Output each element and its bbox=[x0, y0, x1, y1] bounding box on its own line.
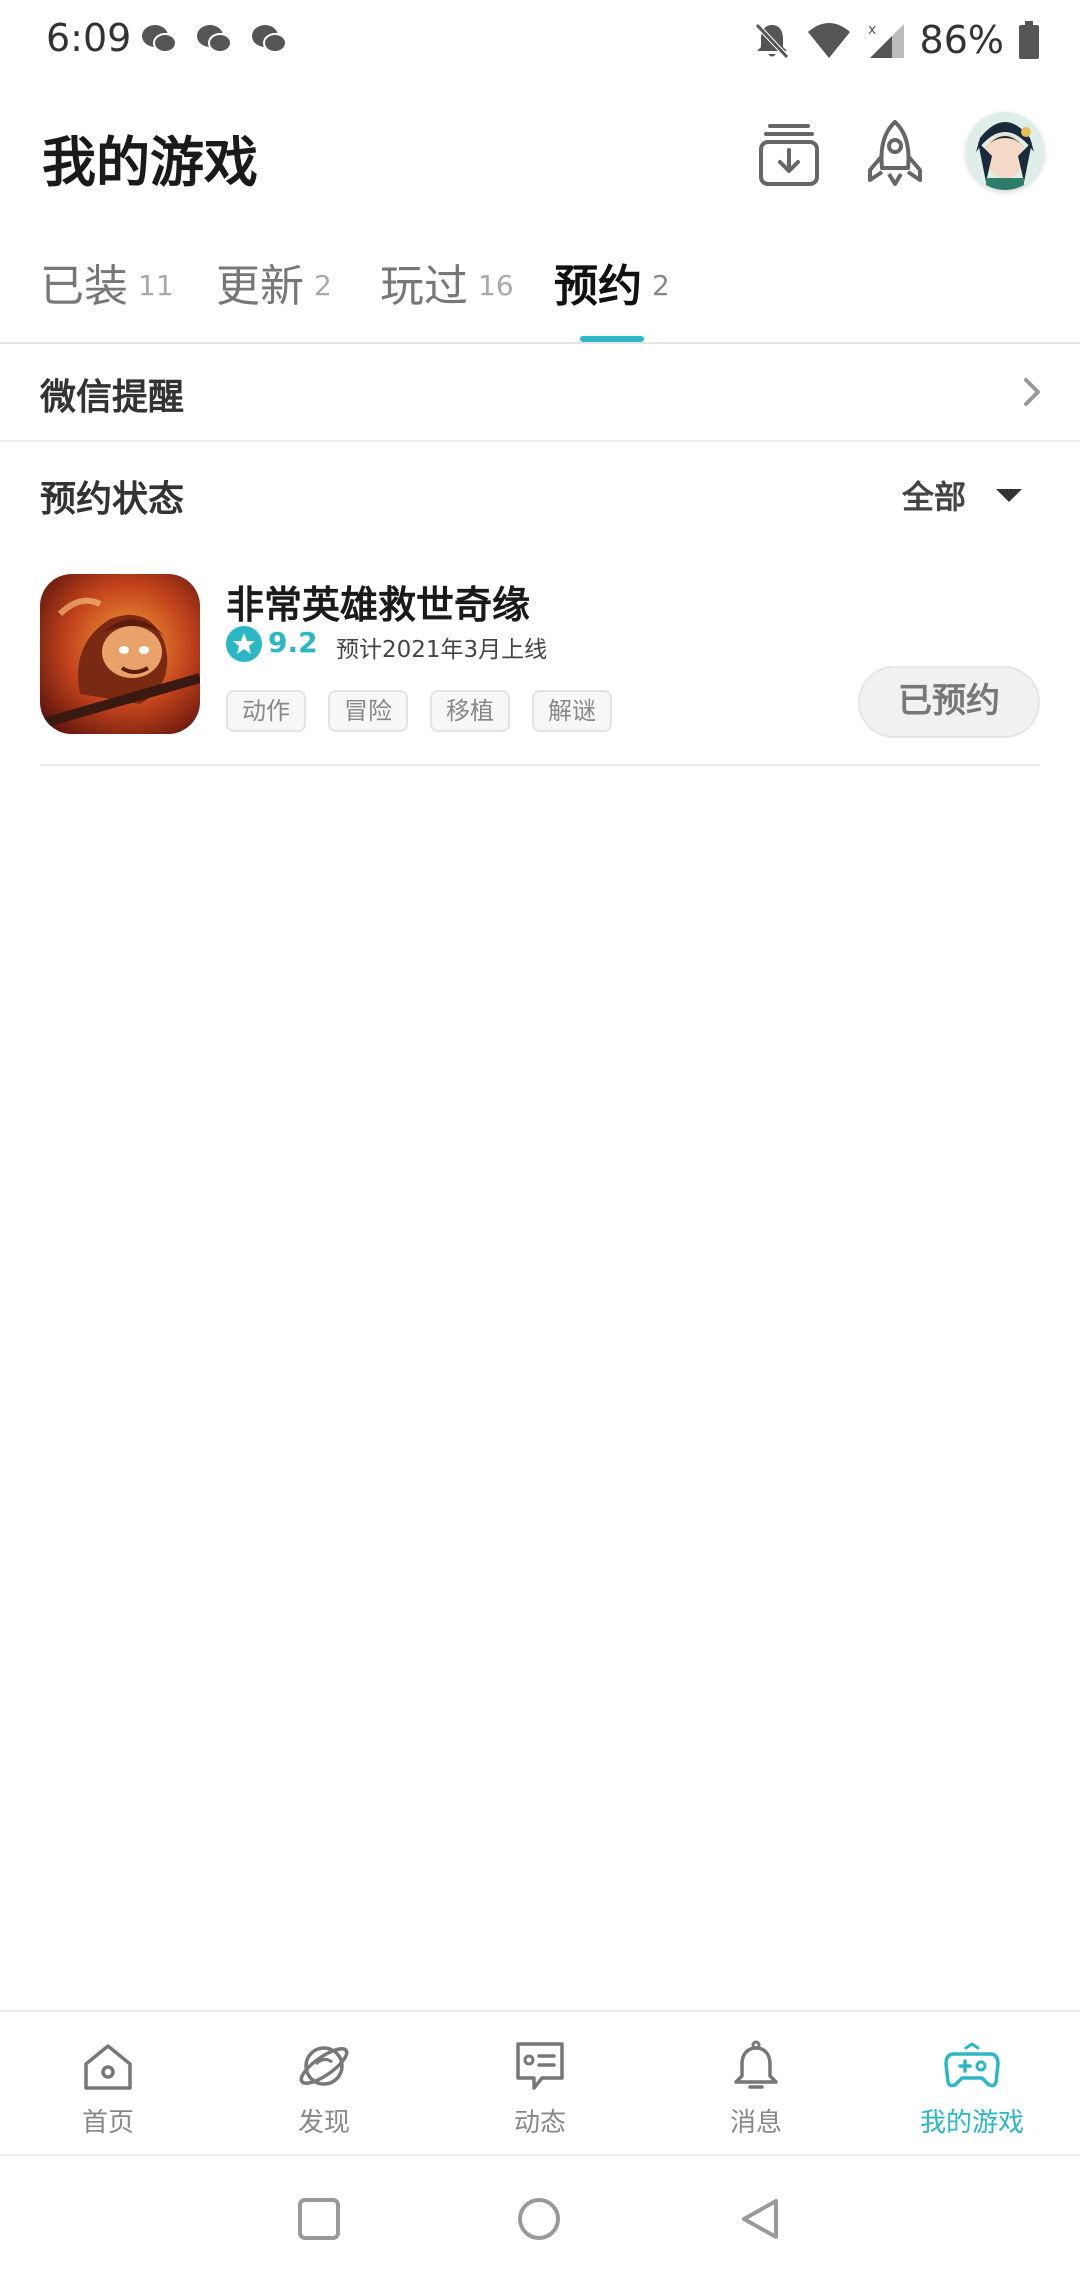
divider bbox=[0, 440, 1080, 442]
divider bbox=[40, 764, 1040, 766]
game-title: 非常英雄救世奇缘 bbox=[226, 583, 531, 627]
rocket-icon[interactable] bbox=[862, 118, 928, 190]
wechat-icon bbox=[197, 25, 232, 53]
svg-text:x: x bbox=[868, 22, 876, 38]
wifi-icon bbox=[807, 23, 850, 58]
planet-icon bbox=[299, 2046, 349, 2086]
tag: 移植 bbox=[430, 690, 510, 732]
download-manager-icon[interactable] bbox=[756, 118, 822, 190]
home-icon bbox=[84, 2044, 132, 2090]
bottom-nav: 首页 发现 动态 消息 我的游戏 bbox=[0, 2010, 1080, 2154]
back-icon[interactable] bbox=[738, 2196, 784, 2242]
release-date: 预计2021年3月上线 bbox=[336, 637, 548, 663]
bell-off-icon bbox=[754, 23, 789, 59]
tag: 解谜 bbox=[532, 690, 612, 732]
status-right: x 86% bbox=[752, 18, 1040, 62]
wechat-reminder-label: 微信提醒 bbox=[40, 377, 185, 418]
system-nav-bar bbox=[0, 2154, 1080, 2280]
avatar[interactable] bbox=[966, 112, 1044, 190]
nav-home[interactable]: 首页 bbox=[0, 2012, 216, 2156]
nav-my-games[interactable]: 我的游戏 bbox=[864, 2012, 1080, 2156]
nav-messages[interactable]: 消息 bbox=[648, 2012, 864, 2156]
battery-icon bbox=[1019, 21, 1039, 59]
tab-reserved[interactable]: 预约 2 bbox=[554, 250, 670, 314]
status-time: 6:09 bbox=[46, 16, 132, 60]
list-item[interactable]: 非常英雄救世奇缘 9.2 预计2021年3月上线 动作 冒险 移植 解谜 已预约 bbox=[40, 574, 1040, 766]
recents-icon[interactable] bbox=[296, 2196, 342, 2242]
status-filter-dropdown[interactable]: 全部 bbox=[902, 470, 1023, 520]
nav-discover[interactable]: 发现 bbox=[216, 2012, 432, 2156]
tag: 冒险 bbox=[328, 690, 408, 732]
page-title: 我的游戏 bbox=[42, 131, 258, 194]
chevron-right-icon bbox=[1024, 378, 1040, 406]
tab-updates[interactable]: 更新 2 bbox=[216, 250, 332, 314]
bell-icon bbox=[734, 2040, 778, 2089]
caret-down-icon bbox=[996, 488, 1023, 502]
signal-icon: x bbox=[868, 22, 904, 58]
wechat-icon bbox=[252, 25, 287, 53]
star-icon bbox=[226, 626, 262, 662]
battery-percent: 86% bbox=[919, 18, 1004, 62]
game-icon bbox=[40, 574, 200, 734]
tab-installed[interactable]: 已装 11 bbox=[40, 250, 174, 314]
nav-feed[interactable]: 动态 bbox=[432, 2012, 648, 2156]
tab-played[interactable]: 玩过 16 bbox=[380, 250, 514, 314]
reservation-status-label: 预约状态 bbox=[40, 479, 185, 520]
reserved-button[interactable]: 已预约 bbox=[858, 666, 1040, 738]
gamepad-icon bbox=[944, 2042, 1000, 2088]
game-rating: 9.2 bbox=[268, 626, 318, 659]
filter-label: 全部 bbox=[902, 478, 967, 516]
feed-icon bbox=[516, 2042, 564, 2090]
tag: 动作 bbox=[226, 690, 306, 732]
home-circle-icon[interactable] bbox=[516, 2196, 562, 2242]
status-bar: 6:09 x 86% bbox=[0, 0, 1080, 80]
wechat-reminder-row[interactable]: 微信提醒 bbox=[0, 344, 1080, 440]
wechat-icon bbox=[142, 25, 177, 53]
